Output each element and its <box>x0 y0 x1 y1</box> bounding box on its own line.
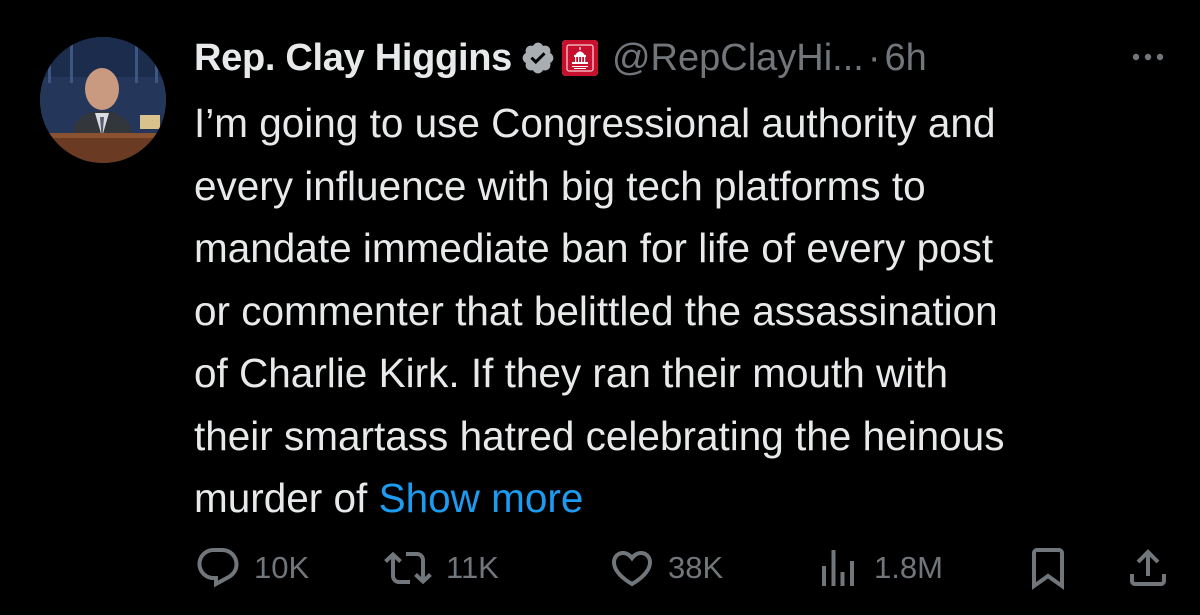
repost-icon <box>382 544 434 592</box>
heart-icon <box>608 544 656 592</box>
repost-button[interactable]: 11K <box>382 540 499 596</box>
reply-button[interactable]: 10K <box>194 540 309 596</box>
reply-icon <box>194 544 242 592</box>
share-icon <box>1124 544 1172 592</box>
tweet-text-line: or commenter that belittled the assassin… <box>194 287 998 334</box>
bookmark-icon <box>1024 544 1072 592</box>
tweet-text-line: I’m going to use Congressional authority… <box>194 100 996 146</box>
more-options-icon[interactable] <box>1128 42 1168 72</box>
avatar-photo <box>40 37 166 163</box>
author-handle[interactable]: @RepClayHi... <box>612 37 864 80</box>
tweet-text-line: mandate immediate ban for life of every … <box>194 225 994 271</box>
like-button[interactable]: 38K <box>608 540 723 596</box>
views-chart-icon <box>814 544 862 592</box>
reply-count: 10K <box>254 550 310 585</box>
tweet-text-line: their smartass hatred celebrating the he… <box>194 412 1005 459</box>
avatar[interactable] <box>40 37 166 163</box>
tweet[interactable]: Rep. Clay Higgins @RepClayHi... · 6h I’m… <box>0 0 1200 615</box>
views-button[interactable]: 1.8M <box>814 540 943 596</box>
like-count: 38K <box>668 550 724 585</box>
tweet-text-line: murder of <box>194 475 368 521</box>
separator-dot: · <box>867 36 881 79</box>
timestamp[interactable]: 6h <box>885 37 927 80</box>
show-more-link[interactable]: Show more <box>379 475 584 521</box>
display-name[interactable]: Rep. Clay Higgins <box>194 37 512 80</box>
bookmark-button[interactable] <box>1024 540 1072 596</box>
gop-capitol-badge-icon[interactable] <box>561 40 598 76</box>
views-count: 1.8M <box>874 550 943 585</box>
tweet-text-line: of Charlie Kirk. If they ran their mouth… <box>194 350 949 396</box>
verified-badge-icon <box>520 40 556 76</box>
tweet-text: I’m going to use Congressional authority… <box>194 92 1184 530</box>
tweet-text-last-line: murder of Show more <box>194 467 1184 530</box>
action-bar: 10K 11K 38K 1.8M <box>194 540 1174 596</box>
repost-count: 11K <box>446 550 499 585</box>
tweet-header: Rep. Clay Higgins @RepClayHi... · 6h <box>194 30 1176 86</box>
share-button[interactable] <box>1124 540 1172 596</box>
tweet-text-line: every influence with big tech platforms … <box>194 162 926 209</box>
